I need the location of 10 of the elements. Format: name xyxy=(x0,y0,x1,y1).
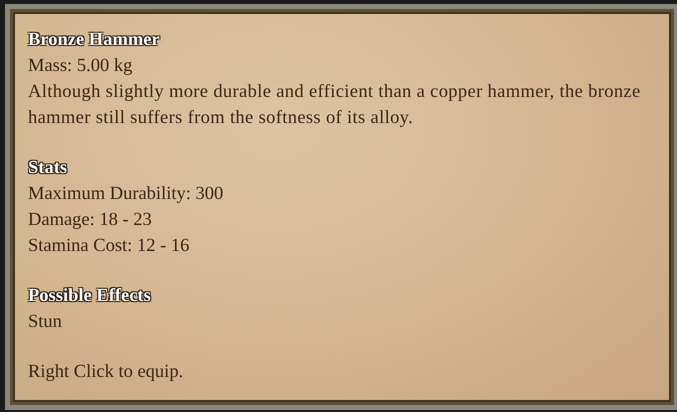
stat-text: Stamina Cost: 12 - 16 xyxy=(28,235,190,258)
item-title: Bronze Hammer xyxy=(28,29,160,52)
stat-text: Damage: 18 - 23 xyxy=(28,209,152,232)
mass-text: Mass: 5.00 kg xyxy=(28,55,132,78)
section-heading: Stats xyxy=(28,157,68,180)
section-heading: Possible Effects xyxy=(28,285,151,308)
item-description: Although slightly more durable and efficient than a copper hammer, the bronze hammer still suffers from the softness of its alloy. xyxy=(28,81,642,130)
stat-text: Stun xyxy=(28,311,62,334)
hint-text: Right Click to equip. xyxy=(28,361,184,384)
stat-text: Maximum Durability: 300 xyxy=(28,183,224,206)
